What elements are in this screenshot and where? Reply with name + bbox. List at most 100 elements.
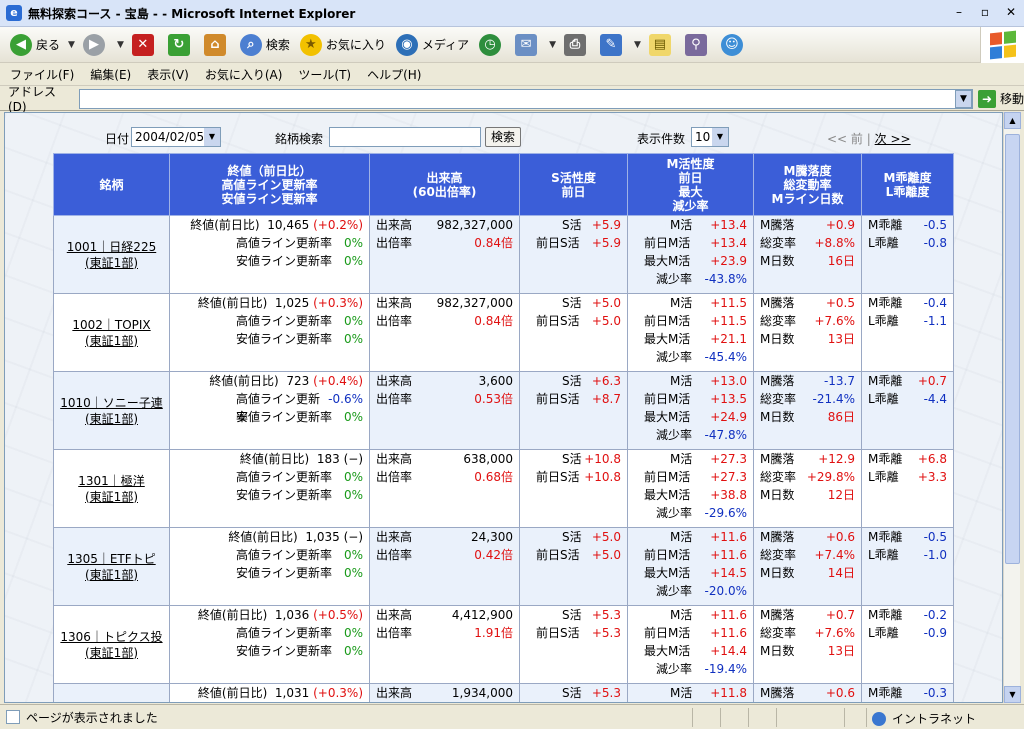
header-s-activity[interactable]: S活性度 前日 <box>519 153 628 216</box>
m-fall-label: M騰落 <box>760 452 795 466</box>
m-fall-label: M騰落 <box>760 686 795 700</box>
history-button[interactable]: ◷ <box>479 33 505 56</box>
status-bar: ページが表示されました イントラネット <box>0 704 1024 729</box>
edit-button[interactable]: ✎ <box>599 33 626 56</box>
s-activity-cell: S活 +5.3 <box>519 683 628 702</box>
header-close[interactable]: 終値（前日比） 高値ライン更新率 安値ライン更新率 <box>169 153 370 216</box>
stock-link[interactable]: 1002｜TOPIX (東証1部) <box>54 317 169 349</box>
m-value: +27.3 <box>710 452 747 466</box>
prev-link[interactable]: << 前 <box>827 132 863 146</box>
stop-button[interactable]: ✕ <box>131 33 158 56</box>
high-line-label: 高値ライン更新率 <box>236 392 321 424</box>
stock-search-input[interactable] <box>329 127 481 147</box>
header-m-activity[interactable]: M活性度 前日 最大 減少率 <box>627 153 754 216</box>
header-volume[interactable]: 出来高 (60出倍率) <box>369 153 520 216</box>
m-days-value: 86日 <box>827 410 855 424</box>
mail-button[interactable]: ✉ <box>515 33 541 56</box>
close-value: 1,035 <box>305 530 340 544</box>
scroll-down-icon[interactable]: ▼ <box>1004 686 1021 703</box>
research-button[interactable]: ⚲ <box>684 33 711 56</box>
display-count-select[interactable]: 10 <box>691 127 729 147</box>
close-value: 1,031 <box>274 686 310 700</box>
address-label: アドレス(D) <box>8 85 57 114</box>
m-fall-value: +0.7 <box>825 608 855 622</box>
mail-dropdown-icon[interactable]: ▼ <box>549 40 556 50</box>
address-input[interactable] <box>78 88 974 109</box>
stock-link[interactable]: 1306｜トピクス投 (東証1部) <box>54 629 169 661</box>
forward-dropdown-icon[interactable]: ▼ <box>117 40 124 50</box>
s-label: S活 <box>562 608 582 622</box>
m-prev-label: 前日M活 <box>644 548 691 562</box>
stock-name-cell: 1002｜TOPIX (東証1部) <box>53 293 170 372</box>
close-change: (−) <box>343 452 363 466</box>
close-icon[interactable]: ✕ <box>1004 5 1018 19</box>
vertical-scrollbar[interactable]: ▲ ▼ <box>1003 112 1021 703</box>
favorites-button[interactable]: ★ お気に入り <box>299 33 386 56</box>
l-divergence-value: -1.0 <box>923 548 947 562</box>
refresh-button[interactable]: ↻ <box>167 33 194 56</box>
high-line-label: 高値ライン更新率 <box>236 470 333 484</box>
high-line-value: -0.6% <box>328 392 363 406</box>
ie-app-icon[interactable]: e <box>6 5 22 21</box>
stock-link[interactable]: 1305｜ETFトピ (東証1部) <box>54 551 169 583</box>
home-button[interactable]: ⌂ <box>203 33 230 56</box>
menu-edit[interactable]: 編集(E) <box>90 66 131 83</box>
history-icon: ◷ <box>479 33 502 56</box>
ratio-value: 0.42倍 <box>474 548 513 562</box>
menu-favorites[interactable]: お気に入り(A) <box>205 66 283 83</box>
menu-bar: ファイル(F) 編集(E) 表示(V) お気に入り(A) ツール(T) ヘルプ(… <box>0 64 1024 86</box>
search-submit-button[interactable]: 検索 <box>485 127 521 147</box>
close-change: (−) <box>343 530 363 544</box>
header-name[interactable]: 銘柄 <box>53 153 170 216</box>
maximize-icon[interactable]: ▫ <box>978 5 992 19</box>
stock-name-cell: 1305｜ETFトピ (東証1部) <box>53 527 170 606</box>
stock-link[interactable]: 1001｜日経225 (東証1部) <box>54 239 169 271</box>
m-divergence-label: M乖離 <box>868 296 903 310</box>
stock-link[interactable]: 1010｜ソニー子連 (東証1部) <box>54 395 169 427</box>
search-button[interactable]: ⌕ 検索 <box>239 33 290 56</box>
minimize-icon[interactable]: – <box>952 5 966 19</box>
menu-tools[interactable]: ツール(T) <box>298 66 351 83</box>
l-divergence-value: +3.3 <box>917 470 947 484</box>
ratio-value: 0.84倍 <box>474 236 513 250</box>
next-link[interactable]: 次 >> <box>875 132 911 146</box>
edit-dropdown-icon[interactable]: ▼ <box>634 40 641 50</box>
menu-view[interactable]: 表示(V) <box>147 66 189 83</box>
back-dropdown-icon[interactable]: ▼ <box>68 40 75 50</box>
s-prev-label: 前日S活 <box>536 470 580 484</box>
back-button[interactable]: ◀ 戻る <box>10 33 60 56</box>
pager-separator: | <box>866 132 871 146</box>
scroll-thumb[interactable] <box>1005 134 1020 564</box>
m-decrease-label: 減少率 <box>656 584 693 598</box>
address-dropdown-icon[interactable]: ▼ <box>955 89 972 108</box>
menu-file[interactable]: ファイル(F) <box>10 66 74 83</box>
low-line-value: 0% <box>343 488 363 502</box>
windows-logo <box>980 27 1024 63</box>
pager: << 前 | 次 >> <box>827 130 911 147</box>
go-button[interactable]: 移動 <box>1000 90 1024 107</box>
print-button[interactable]: ⎙ <box>563 33 590 56</box>
header-m-fluctuation[interactable]: M騰落度 総変動率 Mライン日数 <box>753 153 862 216</box>
stock-table: 銘柄 終値（前日比） 高値ライン更新率 安値ライン更新率 出来高 (60出倍率)… <box>53 153 954 702</box>
search-magnifier-icon: ⌕ <box>239 33 262 56</box>
close-label: 終値(前日比) <box>197 686 268 700</box>
forward-button[interactable]: ▶ <box>82 33 109 56</box>
s-label: S活 <box>562 452 582 466</box>
volume-label: 出来高 <box>376 374 413 388</box>
m-label: M活 <box>670 218 693 232</box>
controls-row: 日付 2004/02/05 銘柄検索 検索 表示件数 10 << 前 | 次 >… <box>105 127 925 149</box>
scroll-up-icon[interactable]: ▲ <box>1004 112 1021 129</box>
m-divergence-value: -0.5 <box>923 530 947 544</box>
discuss-button[interactable]: ▤ <box>648 33 675 56</box>
menu-help[interactable]: ヘルプ(H) <box>367 66 421 83</box>
go-arrow-icon[interactable]: ➜ <box>978 89 996 108</box>
close-cell: 終値(前日比) 1,035 (−) 高値ライン更新率 0% 安値ライン更新率 0% <box>169 527 370 606</box>
m-decrease-value: -45.4% <box>704 350 747 364</box>
stock-link[interactable]: 1301｜極洋 (東証1部) <box>54 473 169 505</box>
messenger-button[interactable]: ☺ <box>720 33 747 56</box>
header-divergence[interactable]: M乖離度 L乖離度 <box>861 153 954 216</box>
date-select[interactable]: 2004/02/05 <box>131 127 221 147</box>
m-max-value: +38.8 <box>710 488 747 502</box>
s-activity-cell: S活 +5.0 前日S活 +5.0 <box>519 293 628 372</box>
media-button[interactable]: ◉ メディア <box>395 33 469 56</box>
